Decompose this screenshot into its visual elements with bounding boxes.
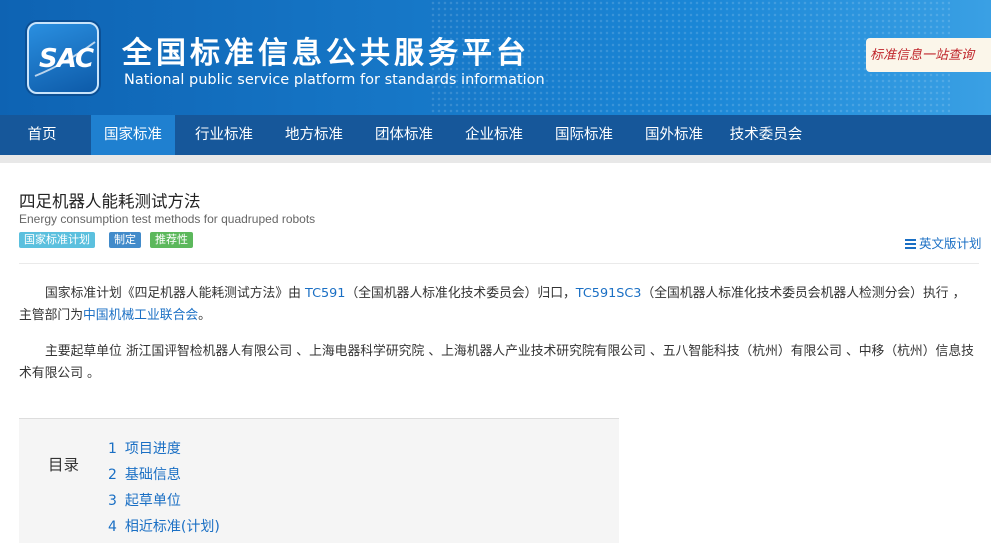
toc-item-label: 基础信息 — [124, 467, 181, 483]
toc-item-number: 3 — [108, 493, 117, 509]
desc-text-4: 。 — [198, 308, 211, 323]
standard-title-english: Energy consumption test methods for quad… — [19, 212, 316, 226]
logo-text: SAC — [39, 44, 94, 74]
toc-item-drafting-units[interactable]: 3 起草单位 — [108, 490, 181, 510]
toc-item-label: 起草单位 — [124, 493, 181, 509]
toc-item-progress[interactable]: 1 项目进度 — [108, 438, 181, 458]
drafting-units-paragraph: 主要起草单位 浙江国评智检机器人有限公司 、上海电器科学研究院 、上海机器人产业… — [19, 344, 974, 381]
sac-logo[interactable]: SAC — [27, 22, 99, 94]
badge-recommended: 推荐性 — [150, 232, 193, 248]
nav-item-home[interactable]: 首页 — [14, 115, 70, 155]
toc-item-related-standards[interactable]: 4 相近标准(计划) — [108, 516, 220, 536]
nav-item-foreign-standards[interactable]: 国外标准 — [632, 115, 716, 155]
nav-item-local-standards[interactable]: 地方标准 — [272, 115, 356, 155]
nav-item-industry-standards[interactable]: 行业标准 — [182, 115, 266, 155]
department-link[interactable]: 中国机械工业联合会 — [83, 308, 198, 323]
description-paragraph: 国家标准计划《四足机器人能耗测试方法》由 TC591（全国机器人标准化技术委员会… — [19, 283, 974, 327]
list-icon — [905, 239, 916, 249]
tc591sc3-link[interactable]: TC591SC3 — [576, 286, 642, 301]
nav-item-national-standards[interactable]: 国家标准 — [91, 115, 175, 155]
main-nav: 首页 国家标准 行业标准 地方标准 团体标准 企业标准 国际标准 国外标准 技术… — [0, 115, 991, 155]
desc-text-2: （全国机器人标准化技术委员会）归口， — [345, 286, 576, 301]
content-top-strip — [0, 155, 991, 163]
nav-item-enterprise-standards[interactable]: 企业标准 — [452, 115, 536, 155]
badge-national-plan: 国家标准计划 — [19, 232, 95, 248]
english-plan-link[interactable]: 英文版计划 — [905, 233, 982, 252]
toc-label: 目录 — [48, 456, 80, 474]
badge-formulate: 制定 — [109, 232, 141, 248]
site-subtitle: National public service platform for sta… — [124, 72, 545, 88]
nav-item-group-standards[interactable]: 团体标准 — [362, 115, 446, 155]
toc-item-number: 2 — [108, 467, 117, 483]
section-divider — [19, 263, 979, 264]
toc-item-number: 1 — [108, 441, 117, 457]
tc591-link[interactable]: TC591 — [305, 286, 345, 301]
toc-item-number: 4 — [108, 519, 117, 535]
toc-item-basic-info[interactable]: 2 基础信息 — [108, 464, 181, 484]
toc-item-label: 相近标准(计划) — [124, 519, 220, 535]
toc-item-label: 项目进度 — [124, 441, 181, 457]
desc-text-1: 国家标准计划《四足机器人能耗测试方法》由 — [45, 286, 306, 301]
slogan-text: 标准信息一站查询 — [870, 48, 975, 63]
nav-item-international-standards[interactable]: 国际标准 — [542, 115, 626, 155]
site-header: SAC 全国标准信息公共服务平台 National public service… — [0, 0, 991, 115]
standard-title: 四足机器人能耗测试方法 — [19, 192, 201, 211]
site-title: 全国标准信息公共服务平台 — [122, 36, 530, 71]
english-plan-label: 英文版计划 — [919, 236, 982, 251]
nav-item-technical-committees[interactable]: 技术委员会 — [722, 115, 810, 155]
